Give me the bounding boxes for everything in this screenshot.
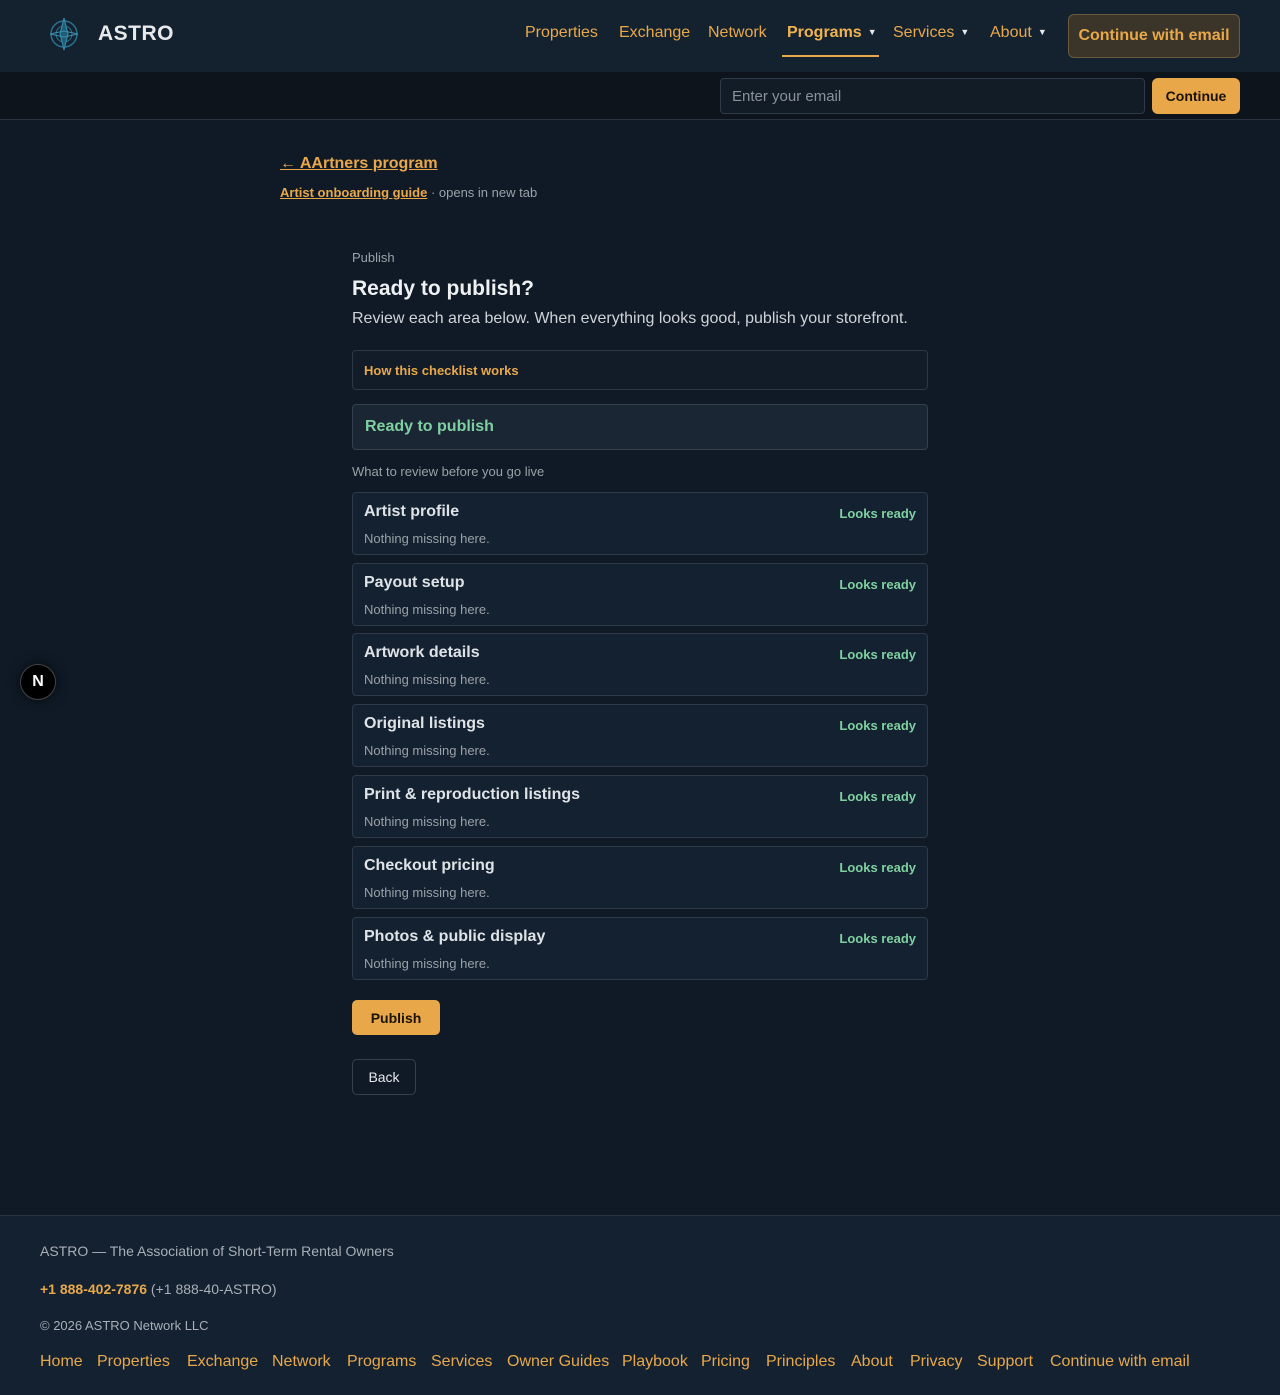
status-badge: Looks ready [839,860,916,875]
status-badge: Looks ready [839,577,916,592]
onboarding-guide-link[interactable]: Artist onboarding guide [280,185,427,200]
checklist-item: Original listings Looks ready Nothing mi… [352,704,928,767]
dev-tools-badge[interactable]: N [20,664,56,700]
active-nav-indicator [782,55,879,57]
caret-down-icon: ▼ [867,27,877,37]
status-badge: Looks ready [839,647,916,662]
status-badge: Looks ready [839,718,916,733]
checklist-item: Artist profile Looks ready Nothing missi… [352,492,928,555]
footer-copyright: © 2026 ASTRO Network LLC [40,1318,209,1333]
new-tab-note: · opens in new tab [427,185,538,200]
footer-link-exchange[interactable]: Exchange [187,1353,258,1371]
page-title: Ready to publish? [352,277,535,300]
checklist-item-description: Nothing missing here. [364,885,490,900]
nav-about[interactable]: About ▼ [990,24,1047,42]
email-continue-button[interactable]: Continue [1152,78,1240,114]
caret-down-icon: ▼ [1037,27,1047,37]
checklist-item-description: Nothing missing here. [364,602,490,617]
back-to-program-link[interactable]: ← AArtners program [280,155,438,173]
checklist-item: Artwork details Looks ready Nothing miss… [352,633,928,696]
continue-with-email-button[interactable]: Continue with email [1068,14,1240,58]
top-navigation-bar: ASTRO Properties Exchange Network Progra… [0,0,1280,72]
checklist-item-description: Nothing missing here. [364,956,490,971]
nav-about-label: About [990,24,1032,41]
footer-tagline: ASTRO — The Association of Short-Term Re… [40,1243,394,1259]
footer-link-privacy[interactable]: Privacy [910,1353,962,1371]
checklist-item-title: Original listings [364,715,485,732]
checklist-item: Photos & public display Looks ready Noth… [352,917,928,980]
nav-services-label: Services [893,24,955,41]
nav-properties[interactable]: Properties [525,24,598,42]
phone-vanity: (+1 888-40-ASTRO) [147,1281,277,1297]
checklist-item-title: Print & reproduction listings [364,786,581,803]
checklist-item-title: Artist profile [364,503,460,520]
ready-status-banner: Ready to publish [352,404,928,450]
phone-link[interactable]: +1 888-402-7876 [40,1281,147,1297]
nav-exchange[interactable]: Exchange [619,24,690,42]
checklist-item: Checkout pricing Looks ready Nothing mis… [352,846,928,909]
footer-link-properties[interactable]: Properties [97,1353,170,1371]
checklist-item: Payout setup Looks ready Nothing missing… [352,563,928,626]
footer-phone: +1 888-402-7876 (+1 888-40-ASTRO) [40,1281,277,1297]
brand-name[interactable]: ASTRO [98,22,174,46]
nav-network[interactable]: Network [708,24,767,42]
footer-link-support[interactable]: Support [977,1353,1033,1371]
page-subtitle: Review each area below. When everything … [352,310,908,327]
status-badge: Looks ready [839,931,916,946]
how-checklist-works-toggle[interactable]: How this checklist works [352,350,928,390]
review-section-label: What to review before you go live [352,464,545,479]
nav-services[interactable]: Services ▼ [893,24,969,42]
checklist-item-title: Artwork details [364,644,480,661]
footer-link-home[interactable]: Home [40,1353,83,1371]
checklist-item-description: Nothing missing here. [364,672,490,687]
publish-button[interactable]: Publish [352,1000,440,1035]
footer-link-about[interactable]: About [851,1353,893,1371]
checklist-item-description: Nothing missing here. [364,743,490,758]
footer-link-owner-guides[interactable]: Owner Guides [507,1353,609,1371]
nav-programs-label: Programs [787,24,862,41]
footer-link-continue-with-email[interactable]: Continue with email [1050,1353,1190,1371]
footer-link-network[interactable]: Network [272,1353,331,1371]
checklist-item-title: Photos & public display [364,928,546,945]
checklist-item-title: Payout setup [364,574,465,591]
step-eyebrow: Publish [352,250,395,265]
checklist-item-description: Nothing missing here. [364,531,490,546]
caret-down-icon: ▼ [960,27,970,37]
checklist-item: Print & reproduction listings Looks read… [352,775,928,838]
email-input[interactable] [720,78,1145,114]
status-badge: Looks ready [839,789,916,804]
footer-link-playbook[interactable]: Playbook [622,1353,688,1371]
checklist-item-description: Nothing missing here. [364,814,490,829]
status-badge: Looks ready [839,506,916,521]
footer-link-services[interactable]: Services [431,1353,492,1371]
footer-link-pricing[interactable]: Pricing [701,1353,750,1371]
footer: ASTRO — The Association of Short-Term Re… [0,1215,1280,1395]
footer-link-programs[interactable]: Programs [347,1353,416,1371]
guide-row: Artist onboarding guide · opens in new t… [280,185,537,200]
checklist-item-title: Checkout pricing [364,857,495,874]
compass-logo-icon[interactable] [46,16,82,52]
footer-link-principles[interactable]: Principles [766,1353,835,1371]
email-signup-bar: Continue [0,72,1280,120]
back-button[interactable]: Back [352,1059,416,1095]
nav-programs[interactable]: Programs ▼ [787,24,877,42]
